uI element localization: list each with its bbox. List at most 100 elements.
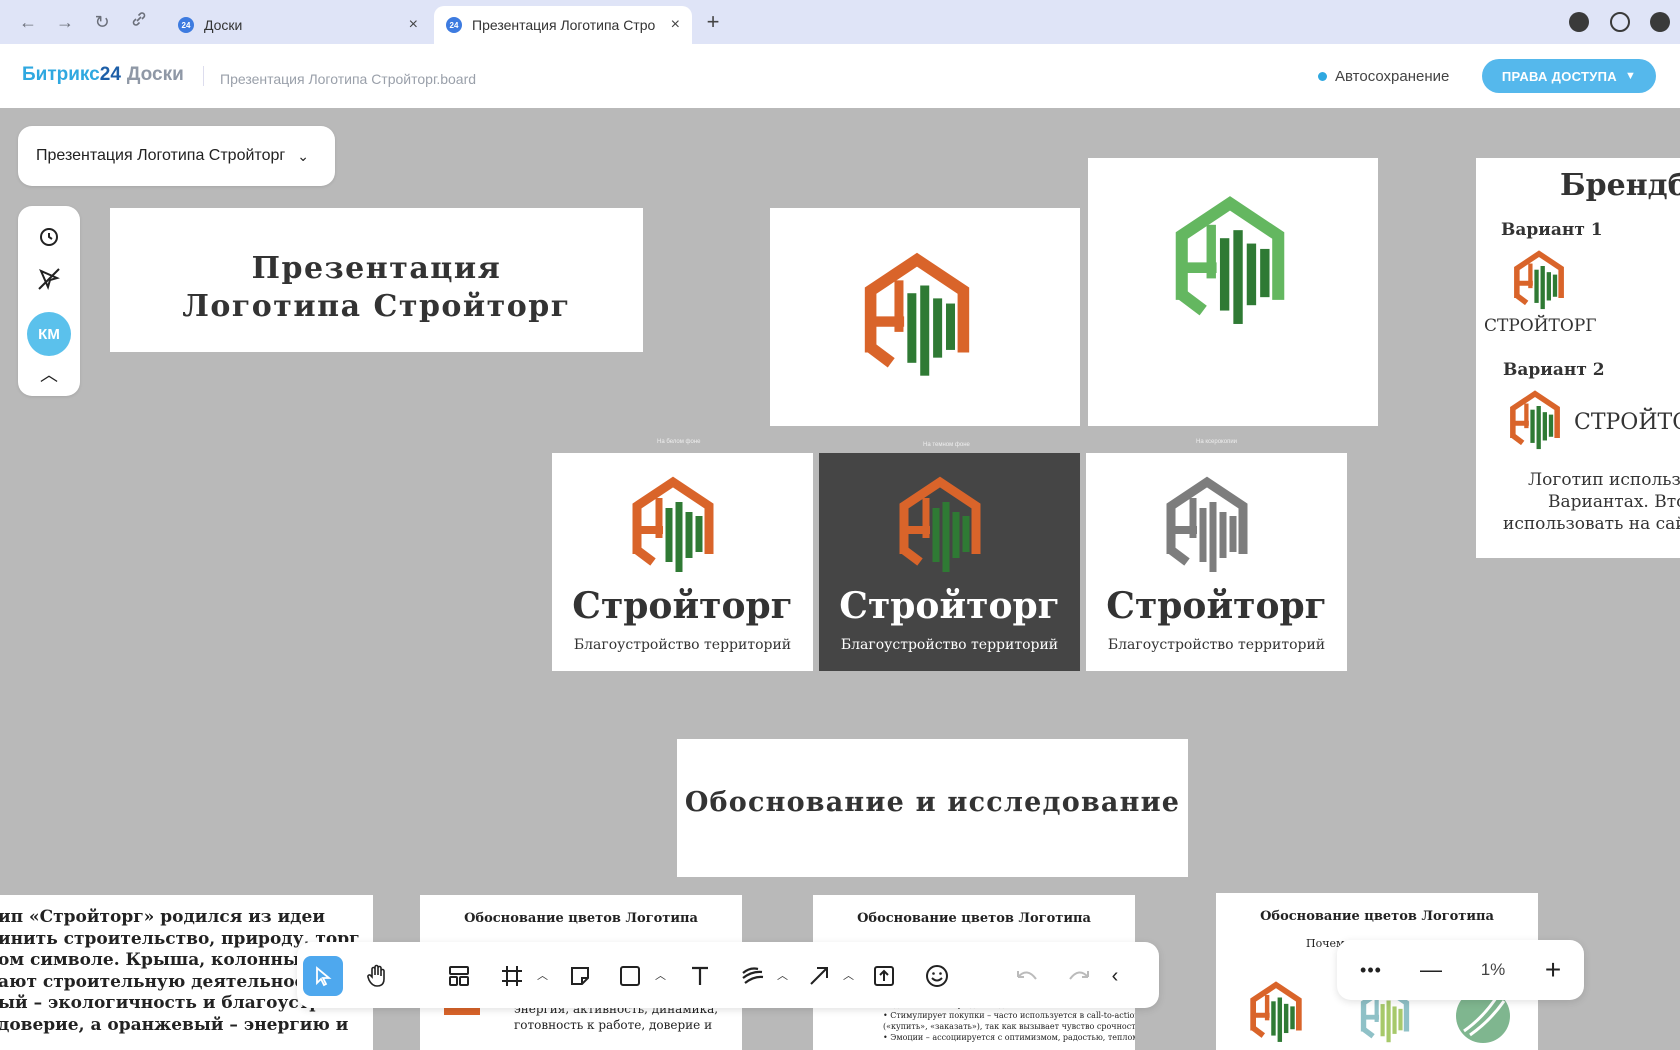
color-card-line: • Стимулирует покупки – часто использует…: [883, 1011, 1135, 1020]
color-card-title: Обоснование цветов Логотипа: [1260, 909, 1494, 924]
link-icon-svg: [132, 12, 146, 26]
logo-card-color[interactable]: [770, 208, 1080, 426]
tab-title: Доски: [204, 17, 243, 33]
logo-card-green[interactable]: [1088, 158, 1378, 426]
stroytorg-logo-icon: [864, 252, 970, 376]
tab-presentation[interactable]: 24 Презентация Логотипа Стройторг.board …: [434, 6, 692, 44]
select-tool-icon[interactable]: [303, 956, 343, 996]
variant2-label: Вариант 2: [1503, 360, 1605, 380]
variant1-label: Вариант 1: [1501, 220, 1603, 240]
section-card[interactable]: Обоснование и исследование: [677, 739, 1188, 877]
chevron-up-icon[interactable]: ︿: [537, 967, 548, 983]
board-selector[interactable]: Презентация Логотипа Стройторг ⌄: [18, 126, 335, 186]
color-card-title: Обоснование цветов Логотипа: [857, 911, 1091, 926]
stroytorg-logo-icon: [899, 476, 981, 572]
rationale-line: доверие, а оранжевый – энергию и: [0, 1014, 349, 1035]
stroytorg-logo-icon: [1166, 476, 1248, 572]
zoom-level[interactable]: 1%: [1473, 952, 1513, 988]
variant-card-gray[interactable]: Стройторг Благоустройство территорий: [1086, 453, 1347, 671]
chevron-up-icon[interactable]: ︿: [18, 356, 80, 392]
frame-tool-icon[interactable]: [492, 956, 532, 996]
zoom-in-icon[interactable]: +: [1533, 952, 1573, 988]
brandbook-card[interactable]: Брендбу Вариант 1 СТРОЙТОРГ Вариант 2 СТ…: [1476, 158, 1680, 558]
bitrix-favicon-icon: 24: [446, 17, 462, 33]
caption-dark-bg: На темном фоне: [923, 442, 970, 448]
close-icon[interactable]: ×: [409, 16, 418, 34]
color-card-line: («купить», «заказать»), так как вызывает…: [883, 1022, 1135, 1031]
title-card-text: Презентация Логотипа Стройторг: [182, 251, 571, 324]
stroytorg-logo-icon: [1175, 196, 1285, 324]
upload-tool-icon[interactable]: [864, 956, 904, 996]
brand-tagline: Благоустройство территорий: [573, 637, 792, 653]
close-icon[interactable]: ×: [671, 16, 680, 34]
autosave-status: Автосохранение: [1318, 68, 1449, 85]
chevron-up-icon[interactable]: ︿: [843, 967, 854, 983]
caption-copy: На ксерокопии: [1196, 439, 1238, 445]
timer-icon[interactable]: [18, 218, 80, 254]
stroytorg-logo-icon: [1510, 390, 1560, 450]
chevron-up-icon[interactable]: ︿: [777, 967, 788, 983]
access-rights-label: ПРАВА ДОСТУПА: [1501, 68, 1617, 84]
bitrix-favicon-icon: 24: [178, 17, 194, 33]
color-card-title: Обоснование цветов Логотипа: [464, 911, 698, 926]
more-options-icon[interactable]: •••: [1351, 952, 1391, 988]
logo-number: 24: [99, 64, 121, 85]
title-card[interactable]: Презентация Логотипа Стройторг: [110, 208, 643, 352]
stroytorg-logo-icon: [1250, 981, 1302, 1042]
document-name: Презентация Логотипа Стройторг.board: [220, 71, 477, 87]
brandbook-title: Брендбу: [1560, 168, 1680, 203]
color-card-line: готовность к работе, доверие и: [514, 1018, 713, 1032]
brandbook-desc: Вариантах. Вто: [1548, 492, 1680, 512]
pen-tool-icon[interactable]: [733, 956, 773, 996]
rationale-line: ип «Стройторг» родился из идеи: [0, 907, 325, 927]
variant2-name: СТРОЙТО: [1574, 410, 1680, 435]
hand-tool-icon[interactable]: [357, 956, 397, 996]
tab-boards[interactable]: 24 Доски ×: [166, 6, 430, 44]
zoom-bar: ••• — 1% +: [1337, 940, 1584, 1000]
download-icon[interactable]: [1569, 12, 1589, 32]
shape-tool-icon[interactable]: [610, 956, 650, 996]
zoom-out-icon[interactable]: —: [1411, 952, 1451, 988]
chevron-down-icon: ▼: [1624, 70, 1637, 82]
avatar[interactable]: КМ: [27, 312, 71, 356]
access-rights-button[interactable]: ПРАВА ДОСТУПА ▼: [1482, 59, 1656, 93]
variant-card-white[interactable]: Стройторг Благоустройство территорий: [552, 453, 813, 671]
bitrix-logo[interactable]: Битрикс24 Доски: [22, 64, 184, 86]
variant-card-dark[interactable]: Стройторг Благоустройство территорий: [819, 453, 1080, 671]
brand-name: Стройторг: [839, 585, 1060, 627]
chevron-up-icon[interactable]: ︿: [655, 967, 666, 983]
bottom-toolbar: ︿ ︿ ︿ ︿ ‹: [297, 942, 1159, 1008]
brand-name: Стройторг: [572, 585, 793, 627]
cloud-icon[interactable]: [1650, 12, 1670, 32]
caption-white-bg: На белом фоне: [657, 439, 701, 445]
history-icon[interactable]: [1610, 12, 1630, 32]
color-card-line: • Эмоции – ассоциируется с оптимизмом, р…: [883, 1033, 1135, 1042]
reload-icon[interactable]: ↻: [90, 10, 114, 34]
tab-title: Презентация Логотипа Стройторг.board: [472, 17, 656, 33]
redo-icon[interactable]: [1059, 956, 1099, 996]
link-icon[interactable]: [127, 10, 151, 34]
emoji-tool-icon[interactable]: [917, 956, 957, 996]
header-divider: [203, 66, 204, 86]
back-icon[interactable]: ←: [16, 10, 40, 34]
app-header: Битрикс24 Доски Презентация Логотипа Стро…: [0, 44, 1680, 108]
browser-tab-bar: ← → ↻ 24 Доски × 24 Презентация Логотипа…: [0, 0, 1680, 44]
template-tool-icon[interactable]: [439, 956, 479, 996]
brandbook-desc: использовать на сай: [1503, 514, 1680, 534]
board-canvas[interactable]: Презентация Логотипа Стройторг ⌄ КМ ︿ Пр…: [0, 108, 1680, 1050]
chevron-down-icon: ⌄: [297, 147, 309, 164]
arrow-tool-icon[interactable]: [799, 956, 839, 996]
hide-cursors-icon[interactable]: [18, 261, 80, 297]
brand-name: Стройторг: [1106, 585, 1327, 627]
undo-icon[interactable]: [1007, 956, 1047, 996]
sticky-note-tool-icon[interactable]: [560, 956, 600, 996]
brand-tagline: Благоустройство территорий: [840, 637, 1059, 653]
board-selector-label: Презентация Логотипа Стройторг: [36, 147, 286, 164]
forward-icon[interactable]: →: [53, 10, 77, 34]
status-dot-icon: [1318, 72, 1327, 81]
stroytorg-logo-icon: [632, 476, 714, 572]
text-tool-icon[interactable]: [680, 956, 720, 996]
new-tab-button[interactable]: +: [701, 10, 725, 34]
brandbook-desc: Логотип использ: [1528, 470, 1680, 490]
collapse-toolbar-icon[interactable]: ‹: [1101, 956, 1129, 996]
